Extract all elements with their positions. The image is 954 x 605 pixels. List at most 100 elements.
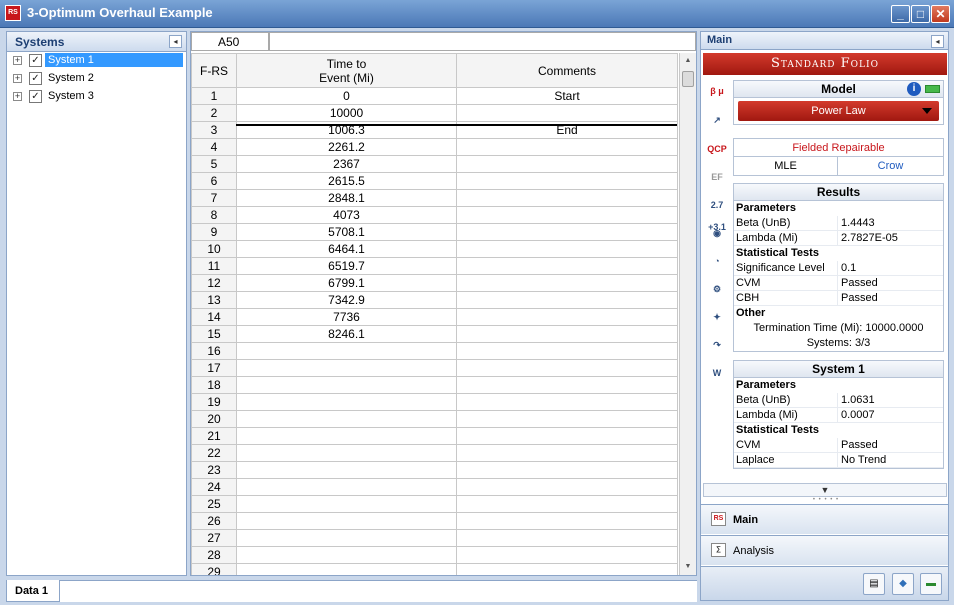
qcp-icon[interactable]: QCP — [706, 138, 728, 160]
comment-cell[interactable] — [456, 342, 678, 360]
app-icon[interactable]: RS — [5, 5, 21, 21]
settings-gears-icon[interactable]: ⚙ — [706, 278, 728, 300]
nav-main[interactable]: RS Main — [701, 504, 948, 534]
weibull-word-icon[interactable]: W — [706, 362, 728, 384]
row-number[interactable]: 23 — [191, 461, 237, 479]
comment-cell[interactable] — [456, 495, 678, 513]
minimize-bar-icon[interactable] — [925, 85, 940, 93]
comment-cell[interactable] — [456, 308, 678, 326]
collapse-arrow-icon[interactable]: ◂ — [169, 35, 182, 48]
time-cell[interactable]: 2367 — [236, 155, 457, 173]
minimize-bar-icon[interactable]: ▬ — [920, 573, 942, 595]
formula-bar[interactable] — [269, 32, 696, 51]
model-dropdown[interactable]: Power Law — [738, 101, 939, 121]
time-cell[interactable]: 6464.1 — [236, 240, 457, 258]
time-cell[interactable]: 2261.2 — [236, 138, 457, 156]
ef-icon[interactable]: EF — [706, 166, 728, 188]
comment-cell[interactable] — [456, 240, 678, 258]
maximize-button[interactable]: □ — [911, 5, 930, 23]
time-cell[interactable]: 8246.1 — [236, 325, 457, 343]
row-number[interactable]: 14 — [191, 308, 237, 326]
comment-cell[interactable] — [456, 291, 678, 309]
tree-item-system-2[interactable]: + ✓ System 2 — [7, 70, 186, 88]
row-number[interactable]: 2 — [191, 104, 237, 122]
row-number[interactable]: 26 — [191, 512, 237, 530]
row-number[interactable]: 19 — [191, 393, 237, 411]
time-cell[interactable] — [236, 359, 457, 377]
comment-cell[interactable] — [456, 478, 678, 496]
time-cell[interactable] — [236, 478, 457, 496]
comment-cell[interactable] — [456, 104, 678, 122]
row-number[interactable]: 5 — [191, 155, 237, 173]
time-to-event-header[interactable]: Time to Event (Mi) — [236, 53, 457, 88]
time-cell[interactable] — [236, 410, 457, 428]
comment-cell[interactable] — [456, 325, 678, 343]
comment-cell[interactable] — [456, 376, 678, 394]
time-cell[interactable] — [236, 529, 457, 547]
time-cell[interactable] — [236, 376, 457, 394]
row-number[interactable]: 22 — [191, 444, 237, 462]
comment-cell[interactable] — [456, 206, 678, 224]
expand-plus-icon[interactable]: + — [13, 56, 22, 65]
time-cell[interactable]: 7342.9 — [236, 291, 457, 309]
time-cell[interactable]: 2615.5 — [236, 172, 457, 190]
wizard-icon[interactable]: ✦ — [706, 306, 728, 328]
comment-cell[interactable] — [456, 529, 678, 547]
system-checkbox[interactable]: ✓ — [29, 54, 42, 67]
tree-item-system-3[interactable]: + ✓ System 3 — [7, 88, 186, 106]
time-cell[interactable]: 10000 — [236, 104, 457, 122]
comments-header[interactable]: Comments — [456, 53, 678, 88]
row-number[interactable]: 11 — [191, 257, 237, 275]
method-crow[interactable]: Crow — [838, 157, 943, 175]
row-number[interactable]: 15 — [191, 325, 237, 343]
row-number[interactable]: 10 — [191, 240, 237, 258]
row-number[interactable]: 12 — [191, 274, 237, 292]
vertical-scrollbar[interactable]: ▲ ▼ — [679, 53, 696, 575]
row-number[interactable]: 21 — [191, 427, 237, 445]
time-cell[interactable] — [236, 512, 457, 530]
tree-item-system-1[interactable]: + ✓ System 1 — [7, 52, 186, 70]
comment-cell[interactable] — [456, 461, 678, 479]
comment-cell[interactable] — [456, 223, 678, 241]
time-cell[interactable]: 0 — [236, 87, 457, 105]
comment-cell[interactable] — [456, 410, 678, 428]
system-checkbox[interactable]: ✓ — [29, 72, 42, 85]
splitter-grip[interactable]: • • • • • — [806, 497, 846, 503]
tab-data-1[interactable]: Data 1 — [6, 580, 60, 602]
cell-reference-box[interactable]: A50 — [191, 32, 269, 51]
scroll-down-icon[interactable]: ▼ — [680, 559, 696, 575]
redo-icon[interactable]: ↷ — [706, 334, 728, 356]
comment-cell[interactable] — [456, 172, 678, 190]
row-number[interactable]: 29 — [191, 563, 237, 575]
beta-mu-icon[interactable]: β μ — [706, 80, 728, 102]
minimize-button[interactable]: _ — [891, 5, 910, 23]
time-cell[interactable] — [236, 393, 457, 411]
time-cell[interactable] — [236, 427, 457, 445]
close-button[interactable]: ✕ — [931, 5, 950, 23]
comment-cell[interactable] — [456, 512, 678, 530]
comment-cell[interactable] — [456, 393, 678, 411]
time-cell[interactable]: 7736 — [236, 308, 457, 326]
row-number[interactable]: 8 — [191, 206, 237, 224]
comment-cell[interactable] — [456, 563, 678, 575]
info-icon[interactable]: i — [907, 82, 921, 96]
row-number[interactable]: 4 — [191, 138, 237, 156]
row-number[interactable]: 20 — [191, 410, 237, 428]
row-number[interactable]: 27 — [191, 529, 237, 547]
comment-cell[interactable] — [456, 257, 678, 275]
eye-icon[interactable]: ◉ — [706, 222, 728, 244]
time-cell[interactable] — [236, 563, 457, 575]
row-number[interactable]: 24 — [191, 478, 237, 496]
row-number[interactable]: 6 — [191, 172, 237, 190]
time-cell[interactable] — [236, 461, 457, 479]
panel-scroll-down-icon[interactable]: ▼ — [703, 483, 947, 497]
row-number[interactable]: 16 — [191, 342, 237, 360]
comment-cell[interactable] — [456, 138, 678, 156]
diamond-tool-icon[interactable]: ◆ — [892, 573, 914, 595]
comment-cell[interactable] — [456, 359, 678, 377]
row-number[interactable]: 1 — [191, 87, 237, 105]
comment-cell[interactable] — [456, 427, 678, 445]
time-cell[interactable] — [236, 444, 457, 462]
comment-cell[interactable] — [456, 274, 678, 292]
time-cell[interactable] — [236, 495, 457, 513]
